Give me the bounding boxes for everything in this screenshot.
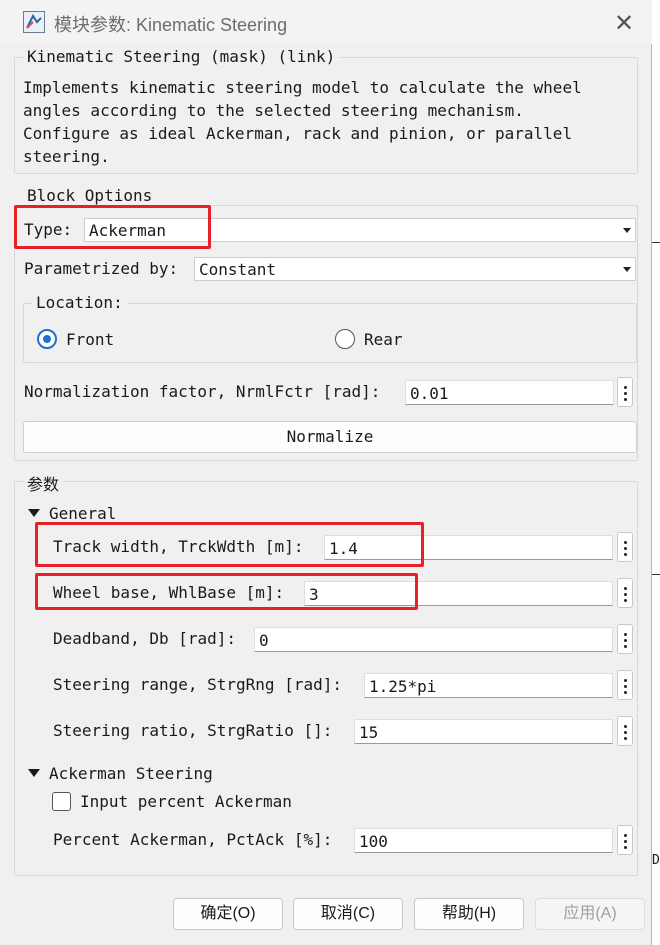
parametrized-dropdown[interactable]: Constant <box>194 257 636 281</box>
wheel-base-highlight-box <box>35 573 418 610</box>
input-percent-checkbox[interactable] <box>52 792 71 811</box>
cancel-button[interactable]: 取消(C) <box>293 898 403 930</box>
steering-range-label: Steering range, StrgRng [rad]: <box>53 675 342 694</box>
collapse-ackerman-icon[interactable] <box>28 769 40 777</box>
track-width-highlight-box <box>35 522 424 567</box>
block-name-heading: Kinematic Steering (mask) (link) <box>23 47 340 66</box>
normalization-label: Normalization factor, NrmlFctr [rad]: <box>24 382 381 401</box>
steering-ratio-label: Steering ratio, StrgRatio []: <box>53 721 333 740</box>
parametrized-label: Parametrized by: <box>24 259 179 278</box>
normalization-input[interactable]: 0.01 <box>405 380 614 405</box>
location-group <box>23 303 637 363</box>
normalization-options-icon[interactable] <box>617 377 633 407</box>
location-title: Location: <box>32 293 127 312</box>
chevron-down-icon <box>623 267 631 272</box>
apply-button[interactable]: 应用(A) <box>535 898 645 930</box>
chevron-down-icon <box>623 228 631 233</box>
collapse-general-icon[interactable] <box>28 509 40 517</box>
block-options-title: Block Options <box>23 186 157 205</box>
ackerman-section-title[interactable]: Ackerman Steering <box>49 764 213 783</box>
block-parameters-dialog: 模块参数: Kinematic Steering ✕ Kinematic Ste… <box>0 0 652 945</box>
window-title: 模块参数: Kinematic Steering <box>54 15 288 35</box>
ok-button[interactable]: 确定(O) <box>173 898 283 930</box>
front-radio-label: Front <box>66 330 115 349</box>
percent-ackerman-input[interactable]: 100 <box>354 828 613 853</box>
close-icon[interactable]: ✕ <box>608 8 640 38</box>
percent-ackerman-options-icon[interactable] <box>617 825 633 855</box>
parameters-title: 参数 <box>23 471 64 495</box>
front-radio[interactable] <box>37 329 57 349</box>
wheel-base-options-icon[interactable] <box>617 578 633 608</box>
block-description: Implements kinematic steering model to c… <box>23 78 582 166</box>
simulink-app-icon <box>23 11 45 33</box>
steering-range-input[interactable]: 1.25*pi <box>364 673 613 698</box>
deadband-input[interactable]: 0 <box>254 627 613 652</box>
title-bar: 模块参数: Kinematic Steering ✕ <box>0 0 652 44</box>
parametrized-dropdown-value: Constant <box>199 260 277 279</box>
input-percent-label: Input percent Ackerman <box>80 792 292 811</box>
steering-ratio-options-icon[interactable] <box>617 716 633 746</box>
type-highlight-box <box>14 205 211 249</box>
steering-range-options-icon[interactable] <box>617 670 633 700</box>
percent-ackerman-label: Percent Ackerman, PctAck [%]: <box>53 830 333 849</box>
canvas-label-d: D <box>652 853 660 868</box>
track-width-options-icon[interactable] <box>617 532 633 562</box>
deadband-label: Deadband, Db [rad]: <box>53 629 237 648</box>
deadband-options-icon[interactable] <box>617 624 633 654</box>
general-section-title[interactable]: General <box>49 504 116 523</box>
canvas-line-right-2 <box>652 574 660 575</box>
canvas-line-right-1 <box>652 242 660 243</box>
normalize-button[interactable]: Normalize <box>23 421 637 453</box>
help-button[interactable]: 帮助(H) <box>414 898 524 930</box>
rear-radio-label: Rear <box>364 330 403 349</box>
steering-ratio-input[interactable]: 15 <box>354 719 613 744</box>
rear-radio[interactable] <box>335 329 355 349</box>
